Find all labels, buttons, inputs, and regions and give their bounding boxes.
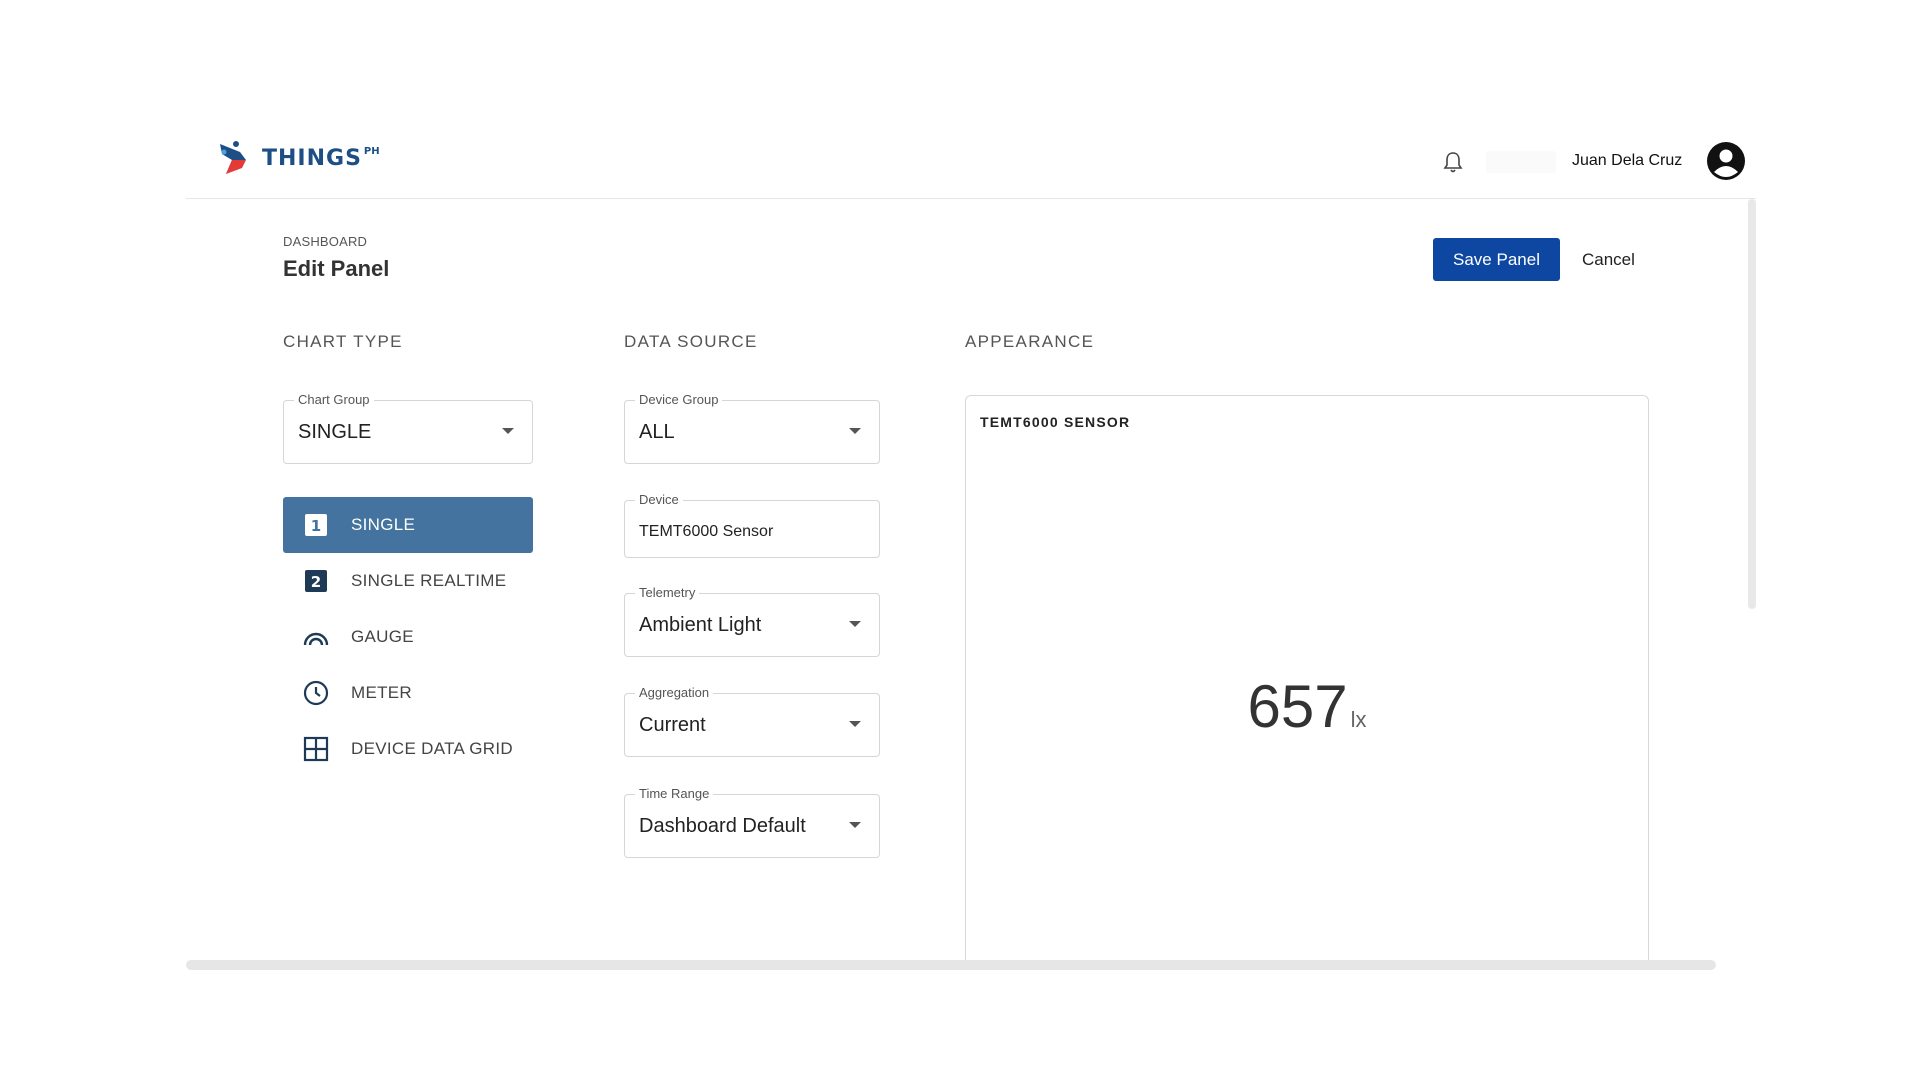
aggregation-label: Aggregation [635, 685, 714, 700]
panel-preview: TEMT6000 SENSOR 657 lx [965, 395, 1649, 965]
chevron-down-icon [849, 621, 861, 627]
time-range-value: Dashboard Default [639, 815, 806, 837]
device-group-label: Device Group [635, 392, 723, 407]
device-group-select[interactable]: Device Group ALL [624, 392, 880, 464]
top-header: THINGS PH Juan Dela Cruz [186, 124, 1756, 199]
page-title: Edit Panel [283, 256, 390, 281]
time-range-select[interactable]: Time Range Dashboard Default [624, 786, 880, 858]
chevron-down-icon [849, 721, 861, 727]
telemetry-value: Ambient Light [639, 614, 762, 636]
header-placeholder [1486, 151, 1556, 173]
telemetry-label: Telemetry [635, 585, 700, 600]
chart-group-label: Chart Group [294, 392, 374, 407]
chart-type-label: SINGLE [351, 515, 416, 534]
chart-group-select[interactable]: Chart Group SINGLE [283, 392, 533, 464]
chevron-down-icon [849, 822, 861, 828]
brand-name: THINGS [262, 145, 362, 171]
app-window: THINGS PH Juan Dela Cruz DASHBOARD Edit P… [186, 124, 1756, 974]
gauge-icon [303, 624, 329, 650]
chart-type-label: GAUGE [351, 627, 414, 646]
breadcrumb[interactable]: DASHBOARD [283, 234, 367, 249]
aggregation-select[interactable]: Aggregation Current [624, 685, 880, 757]
appearance-heading: APPEARANCE [965, 332, 1095, 351]
preview-unit: lx [1350, 707, 1367, 732]
chart-type-device-data-grid[interactable]: DEVICE DATA GRID [283, 721, 533, 777]
chart-type-meter[interactable]: METER [283, 665, 533, 721]
device-field[interactable]: Device TEMT6000 Sensor [624, 492, 880, 558]
device-label: Device [635, 492, 683, 507]
account-circle-icon[interactable] [1706, 141, 1746, 181]
save-panel-button[interactable]: Save Panel [1433, 238, 1560, 281]
telemetry-select[interactable]: Telemetry Ambient Light [624, 585, 880, 657]
svg-text:1: 1 [311, 517, 321, 535]
chart-type-label: DEVICE DATA GRID [351, 739, 513, 758]
number-one-box-icon: 1 [303, 512, 329, 538]
vertical-scrollbar[interactable] [1748, 199, 1756, 609]
chart-type-single[interactable]: 1 SINGLE [283, 497, 533, 553]
data-source-heading: DATA SOURCE [624, 332, 758, 351]
preview-value: 657 [1247, 673, 1348, 740]
grid-icon [303, 736, 329, 762]
preview-reading: 657 lx [966, 672, 1648, 741]
chevron-down-icon [502, 428, 514, 434]
chart-type-label: SINGLE REALTIME [351, 571, 507, 590]
bell-icon[interactable] [1442, 150, 1464, 174]
number-two-box-icon: 2 [303, 568, 329, 594]
time-range-label: Time Range [635, 786, 714, 801]
chart-group-value: SINGLE [298, 421, 372, 443]
logo-mark-icon [220, 141, 246, 174]
device-group-value: ALL [639, 421, 675, 443]
chart-type-heading: CHART TYPE [283, 332, 403, 351]
clock-icon [303, 680, 329, 706]
device-value: TEMT6000 Sensor [639, 523, 774, 540]
svg-text:2: 2 [311, 573, 321, 591]
aggregation-value: Current [639, 714, 706, 736]
preview-title: TEMT6000 SENSOR [980, 414, 1131, 430]
chevron-down-icon [849, 428, 861, 434]
brand-logo[interactable]: THINGS PH [216, 138, 380, 178]
chart-type-label: METER [351, 683, 412, 702]
chart-type-gauge[interactable]: GAUGE [283, 609, 533, 665]
user-name[interactable]: Juan Dela Cruz [1572, 152, 1682, 170]
horizontal-scrollbar[interactable] [186, 960, 1716, 970]
chart-type-list: 1 SINGLE 2 SINGLE REALTIME GAUGE METER D… [283, 497, 533, 777]
brand-suffix: PH [363, 145, 380, 157]
chart-type-single-realtime[interactable]: 2 SINGLE REALTIME [283, 553, 533, 609]
cancel-button[interactable]: Cancel [1576, 238, 1641, 281]
